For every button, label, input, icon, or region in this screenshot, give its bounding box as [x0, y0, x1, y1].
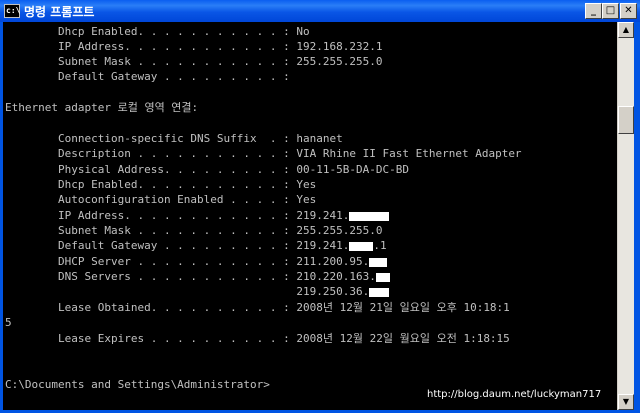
console-line-text: IP Address. . . . . . . . . . . . : 219.…: [5, 209, 350, 222]
console-line: Autoconfiguration Enabled . . . . : Yes: [5, 193, 317, 206]
scroll-up-arrow-icon[interactable]: ▲: [618, 22, 634, 38]
blog-watermark: http://blog.daum.net/luckyman717: [427, 389, 602, 400]
redaction-block: [375, 272, 390, 282]
console-line-text: 219.250.36.: [5, 285, 370, 298]
close-button[interactable]: ✕: [620, 3, 637, 19]
console-line: DHCP Server . . . . . . . . . . . : 211.…: [5, 254, 388, 269]
console-line: 5: [5, 316, 12, 329]
console-line: Default Gateway . . . . . . . . . :: [5, 70, 290, 83]
scroll-down-arrow-icon[interactable]: ▼: [618, 394, 634, 410]
vertical-scrollbar[interactable]: ▲ ▼: [617, 22, 634, 410]
console-line: Lease Obtained. . . . . . . . . . : 2008…: [5, 301, 510, 314]
redaction-block: [349, 211, 390, 221]
console-line-text: DNS Servers . . . . . . . . . . . : 210.…: [5, 270, 376, 283]
console-line: IP Address. . . . . . . . . . . . : 219.…: [5, 208, 390, 223]
console-icon[interactable]: c:\: [4, 4, 20, 18]
console-line: Subnet Mask . . . . . . . . . . . : 255.…: [5, 224, 383, 237]
gateway-suffix: .1: [373, 239, 387, 252]
redaction-block: [369, 257, 388, 267]
console-line: Connection-specific DNS Suffix . : hanan…: [5, 132, 343, 145]
console-line: Description . . . . . . . . . . . : VIA …: [5, 147, 522, 160]
console-line: Dhcp Enabled. . . . . . . . . . . : Yes: [5, 178, 317, 191]
console-line-text: DHCP Server . . . . . . . . . . . : 211.…: [5, 255, 370, 268]
window-frame-right: [634, 22, 640, 413]
scrollbar-thumb[interactable]: [618, 106, 634, 134]
command-prompt-window: c:\ 명령 프롬프트 _ □ ✕ Dhcp Enabled. . . . . …: [0, 0, 640, 413]
redaction-block: [369, 287, 390, 297]
console-line: DNS Servers . . . . . . . . . . . : 210.…: [5, 269, 390, 284]
window-title: 명령 프롬프트: [24, 5, 95, 19]
console-line: Physical Address. . . . . . . . . : 00-1…: [5, 163, 409, 176]
console-line: 219.250.36.: [5, 284, 390, 299]
minimize-button[interactable]: _: [585, 3, 602, 19]
command-prompt-line[interactable]: C:\Documents and Settings\Administrator>: [5, 377, 270, 392]
console-line: Dhcp Enabled. . . . . . . . . . . : No: [5, 25, 310, 38]
console-line: Ethernet adapter 로컬 영역 연결:: [5, 101, 199, 114]
console-line: Default Gateway . . . . . . . . . : 219.…: [5, 238, 387, 253]
console-line-text: Default Gateway . . . . . . . . . : 219.…: [5, 239, 350, 252]
maximize-button[interactable]: □: [602, 3, 619, 19]
console-line: IP Address. . . . . . . . . . . . : 192.…: [5, 40, 383, 53]
console-line: Subnet Mask . . . . . . . . . . . : 255.…: [5, 55, 383, 68]
title-bar[interactable]: c:\ 명령 프롬프트 _ □ ✕: [0, 0, 640, 22]
redaction-block: [349, 241, 374, 251]
console-output[interactable]: Dhcp Enabled. . . . . . . . . . . : No I…: [3, 22, 617, 410]
console-line: Lease Expires . . . . . . . . . . : 2008…: [5, 332, 510, 345]
